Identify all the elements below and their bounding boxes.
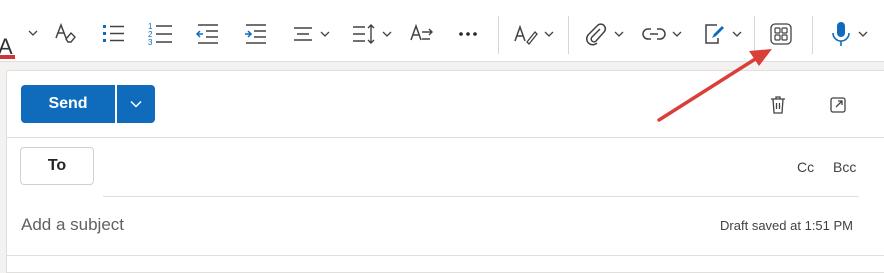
increase-indent-icon [245, 24, 266, 44]
chevron-down-icon [544, 31, 554, 37]
signature-button[interactable] [702, 14, 742, 54]
to-field[interactable] [103, 147, 783, 185]
toolbar-separator [498, 16, 499, 54]
font-color-icon: A [0, 34, 18, 62]
more-icon [459, 32, 477, 36]
cc-button[interactable]: Cc [797, 159, 814, 175]
attach-icon [586, 23, 607, 46]
clear-formatting-button[interactable] [54, 14, 78, 54]
send-button[interactable]: Send [21, 85, 115, 123]
send-button-group: Send [21, 85, 155, 123]
attach-file-button[interactable] [584, 14, 624, 54]
text-direction-icon [410, 23, 433, 41]
chevron-down-icon [320, 31, 330, 37]
compose-pane: Send To Cc Bcc Add a subject Draft saved… [6, 70, 884, 273]
toolbar-separator [568, 16, 569, 54]
numbering-button[interactable]: 1 2 3 [148, 14, 174, 54]
decrease-indent-button[interactable] [196, 14, 220, 54]
insert-link-button[interactable] [642, 14, 682, 54]
clear-formatting-icon [55, 22, 76, 43]
chevron-down-icon [130, 100, 142, 108]
recipient-divider [103, 196, 859, 197]
pop-out-button[interactable] [828, 95, 848, 115]
discard-button[interactable] [768, 95, 788, 115]
styles-button[interactable] [514, 14, 554, 54]
send-options-button[interactable] [117, 85, 155, 123]
line-spacing-icon [353, 24, 375, 44]
bullets-icon [103, 25, 124, 42]
chevron-down-icon [28, 30, 38, 36]
draft-status: Draft saved at 1:51 PM [720, 218, 853, 233]
line-spacing-button[interactable] [352, 14, 392, 54]
text-direction-button[interactable] [410, 14, 434, 54]
chevron-down-icon [732, 31, 742, 37]
numbering-icon: 1 2 3 [148, 22, 172, 47]
align-icon [294, 27, 312, 41]
apps-icon [770, 23, 792, 45]
header-divider [7, 137, 884, 138]
subject-input[interactable]: Add a subject [21, 215, 124, 235]
formatting-toolbar: A 1 2 3 [0, 0, 884, 62]
toolbar-separator [754, 16, 755, 54]
bullets-button[interactable] [102, 14, 126, 54]
chevron-down-icon [672, 31, 682, 37]
signature-icon [705, 24, 724, 44]
chevron-down-icon [614, 31, 624, 37]
increase-indent-button[interactable] [244, 14, 268, 54]
bcc-button[interactable]: Bcc [833, 159, 856, 175]
dictate-icon [832, 22, 850, 46]
subject-divider [7, 255, 884, 256]
to-button[interactable]: To [20, 147, 94, 185]
dictate-button[interactable] [830, 14, 868, 54]
link-icon [642, 28, 666, 40]
chevron-down-icon [858, 31, 868, 37]
apps-button[interactable] [770, 14, 792, 54]
decrease-indent-icon [196, 24, 218, 44]
align-button[interactable] [292, 14, 330, 54]
chevron-down-icon [382, 31, 392, 37]
styles-icon [514, 24, 538, 45]
svg-text:3: 3 [148, 38, 153, 47]
more-options-button[interactable] [458, 14, 478, 54]
pop-out-icon [830, 97, 846, 113]
trash-icon [771, 96, 785, 114]
toolbar-separator [812, 16, 813, 54]
